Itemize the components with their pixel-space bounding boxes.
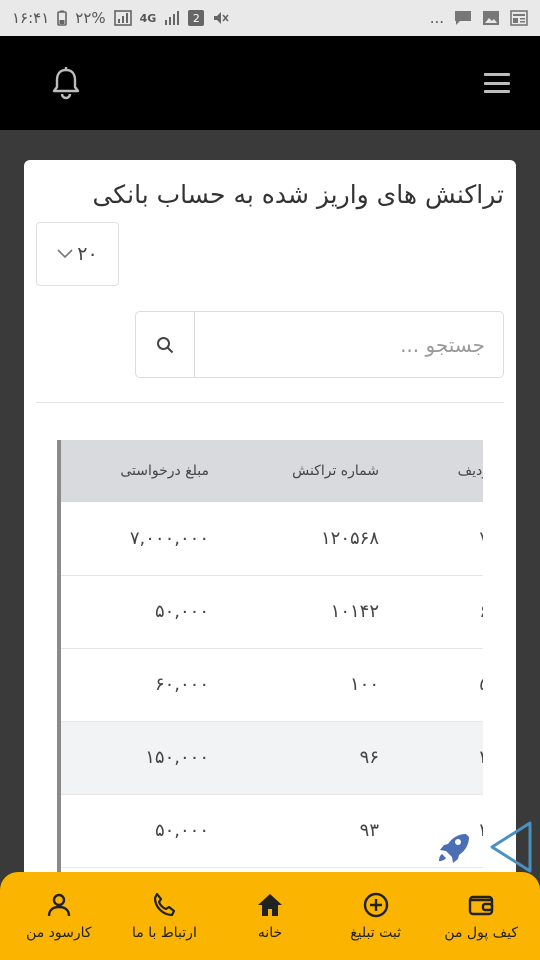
signal-icon bbox=[113, 10, 132, 26]
bell-icon[interactable] bbox=[50, 66, 82, 100]
transactions-table: ردیف شماره تراکنش مبلغ درخواستی ۷ ۱۲۰۵۶۸… bbox=[57, 440, 483, 920]
image-icon bbox=[482, 10, 500, 26]
nav-add-ad-label: ثبت تبلیغ bbox=[350, 925, 401, 941]
hamburger-line bbox=[484, 73, 510, 76]
table-row[interactable]: ۶ ۱۰۱۴۲ ۵۰,۰۰۰ bbox=[61, 575, 483, 649]
per-page-value: ۲۰ bbox=[77, 243, 98, 265]
table-row[interactable]: ۵ ۱۰۰ ۶۰,۰۰۰ bbox=[61, 648, 483, 722]
network-type: 4G bbox=[139, 11, 157, 25]
rocket-icon[interactable] bbox=[436, 830, 470, 864]
status-more: ... bbox=[429, 9, 444, 27]
cell-amount: ۵۰,۰۰۰ bbox=[61, 794, 221, 868]
cell-transaction-number: ۱۰۰ bbox=[221, 648, 391, 722]
search-box bbox=[135, 311, 504, 378]
hamburger-line bbox=[484, 81, 510, 85]
hamburger-icon[interactable] bbox=[484, 73, 510, 93]
column-header-row-number[interactable]: ردیف bbox=[391, 440, 483, 502]
per-page-select[interactable]: ۲۰ bbox=[36, 222, 119, 286]
nav-wallet[interactable]: کیف پول من bbox=[431, 891, 531, 941]
table: ردیف شماره تراکنش مبلغ درخواستی ۷ ۱۲۰۵۶۸… bbox=[61, 440, 483, 920]
cell-transaction-number: ۹۶ bbox=[221, 721, 391, 795]
table-header-row: ردیف شماره تراکنش مبلغ درخواستی bbox=[61, 440, 483, 502]
search-icon bbox=[156, 336, 174, 354]
table-row[interactable]: ۴ ۹۶ ۱۵۰,۰۰۰ bbox=[61, 721, 483, 795]
battery-icon bbox=[57, 10, 68, 26]
nav-contact[interactable]: ارتباط با ما bbox=[114, 891, 214, 941]
mute-icon bbox=[212, 10, 230, 26]
table-row[interactable]: ۳ ۹۳ ۵۰,۰۰۰ bbox=[61, 794, 483, 868]
cell-row-number: ۴ bbox=[391, 721, 483, 795]
nav-wallet-label: کیف پول من bbox=[444, 925, 519, 941]
cell-amount: ۶۰,۰۰۰ bbox=[61, 648, 221, 722]
chevron-down-icon bbox=[57, 249, 73, 259]
app-bar bbox=[0, 36, 540, 130]
status-time: ۱۶:۴۱ bbox=[12, 9, 50, 27]
signal-bars-icon bbox=[164, 10, 180, 26]
search-input[interactable] bbox=[195, 312, 503, 377]
phone-icon bbox=[150, 891, 178, 919]
battery-percent: ۲۲% bbox=[75, 9, 106, 27]
table-row[interactable]: ۷ ۱۲۰۵۶۸ ۷,۰۰۰,۰۰۰ bbox=[61, 502, 483, 576]
nav-home-label: خانه bbox=[257, 925, 283, 941]
scroll-top-icon[interactable] bbox=[488, 820, 534, 874]
nav-profile-label: کارسود من bbox=[26, 925, 92, 941]
cell-transaction-number: ۱۲۰۵۶۸ bbox=[221, 502, 391, 576]
status-bar-left: ۱۶:۴۱ ۲۲% 4G 2 bbox=[12, 9, 230, 27]
nav-profile[interactable]: کارسود من bbox=[9, 891, 109, 941]
cell-row-number: ۵ bbox=[391, 648, 483, 722]
nav-add-ad[interactable]: ثبت تبلیغ bbox=[326, 891, 426, 941]
news-icon bbox=[510, 10, 528, 26]
cell-row-number: ۶ bbox=[391, 575, 483, 649]
table-head: ردیف شماره تراکنش مبلغ درخواستی bbox=[61, 440, 483, 502]
divider bbox=[36, 402, 504, 403]
transactions-card: تراکنش های واریز شده به حساب بانکی ۲۰ رد… bbox=[24, 160, 516, 920]
home-icon bbox=[256, 891, 284, 919]
bottom-nav: کیف پول من ثبت تبلیغ خانه ارتباط با ما ک… bbox=[0, 872, 540, 960]
search-button[interactable] bbox=[136, 312, 195, 377]
column-header-amount[interactable]: مبلغ درخواستی bbox=[61, 440, 221, 502]
cell-row-number: ۷ bbox=[391, 502, 483, 576]
cell-amount: ۷,۰۰۰,۰۰۰ bbox=[61, 502, 221, 576]
nav-home[interactable]: خانه bbox=[220, 891, 320, 941]
page-title: تراکنش های واریز شده به حساب بانکی bbox=[92, 180, 504, 209]
cell-transaction-number: ۹۳ bbox=[221, 794, 391, 868]
status-bar: ۱۶:۴۱ ۲۲% 4G 2 ... bbox=[0, 0, 540, 36]
nav-contact-label: ارتباط با ما bbox=[132, 925, 197, 941]
cell-amount: ۵۰,۰۰۰ bbox=[61, 575, 221, 649]
sim-badge: 2 bbox=[188, 10, 205, 26]
wallet-icon bbox=[467, 891, 495, 919]
table-body: ۷ ۱۲۰۵۶۸ ۷,۰۰۰,۰۰۰ ۶ ۱۰۱۴۲ ۵۰,۰۰۰ ۵ ۱۰۰ … bbox=[61, 502, 483, 920]
cell-amount: ۱۵۰,۰۰۰ bbox=[61, 721, 221, 795]
cell-transaction-number: ۱۰۱۴۲ bbox=[221, 575, 391, 649]
user-icon bbox=[45, 891, 73, 919]
hamburger-line bbox=[484, 90, 510, 93]
status-bar-right: ... bbox=[430, 9, 528, 27]
message-icon bbox=[454, 10, 472, 26]
column-header-transaction-number[interactable]: شماره تراکنش bbox=[221, 440, 391, 502]
plus-circle-icon bbox=[362, 891, 390, 919]
